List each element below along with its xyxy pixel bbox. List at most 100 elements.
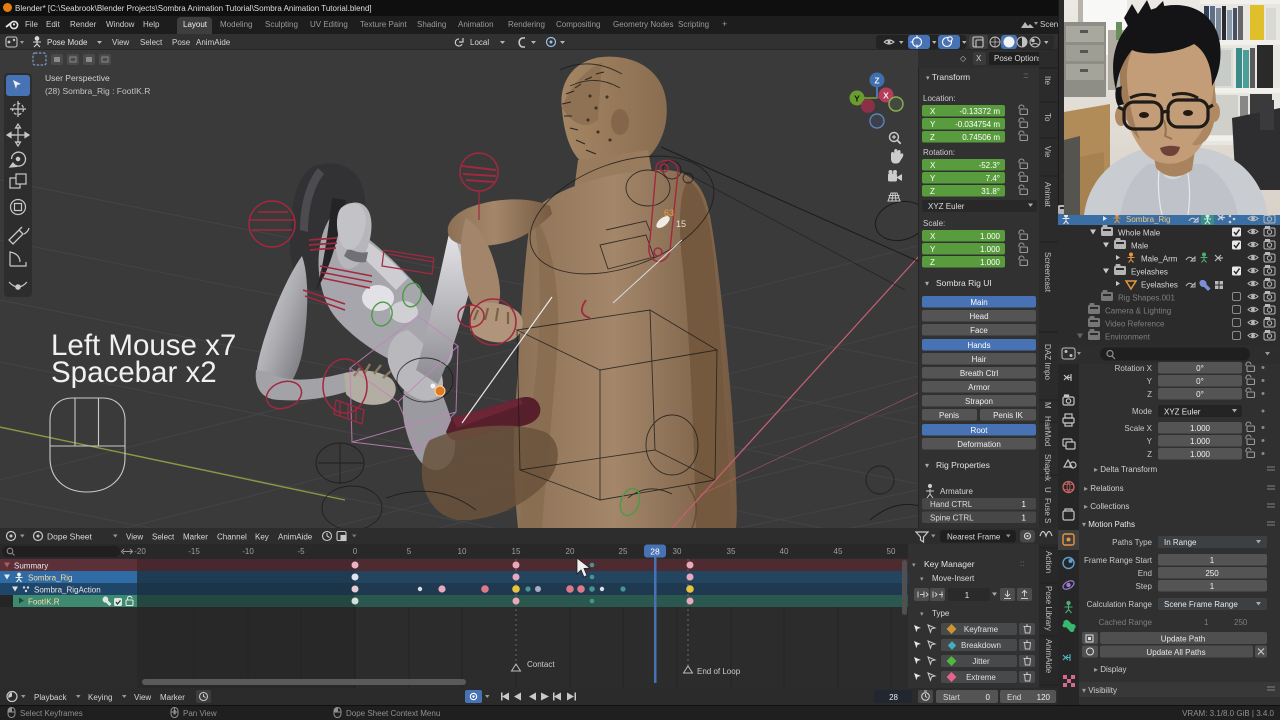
svg-text:▾ Motion Paths: ▾ Motion Paths xyxy=(1082,520,1135,529)
svg-text:Channel: Channel xyxy=(217,533,247,542)
svg-text:Pose Mode: Pose Mode xyxy=(47,38,88,47)
svg-text:FootIK.R: FootIK.R xyxy=(28,598,60,607)
svg-text:Z: Z xyxy=(930,187,935,196)
svg-text:20: 20 xyxy=(566,547,575,556)
svg-text:AnimAide: AnimAide xyxy=(1044,639,1053,674)
svg-text:▸ Collections: ▸ Collections xyxy=(1084,502,1129,511)
svg-text:-15: -15 xyxy=(188,547,200,556)
svg-text:Hands: Hands xyxy=(967,341,990,350)
svg-text:End of Loop: End of Loop xyxy=(697,667,741,676)
svg-text:Video Reference: Video Reference xyxy=(1105,320,1165,329)
svg-text:25: 25 xyxy=(619,547,628,556)
svg-text:Eyelashes: Eyelashes xyxy=(1141,281,1178,290)
svg-text:0°: 0° xyxy=(1196,364,1204,373)
svg-text:Strapon: Strapon xyxy=(965,397,993,406)
svg-text:Select: Select xyxy=(140,38,163,47)
svg-text:1.000: 1.000 xyxy=(980,232,1001,241)
svg-text:31.8°: 31.8° xyxy=(981,187,1000,196)
svg-text:40: 40 xyxy=(780,547,789,556)
svg-text:End: End xyxy=(1007,693,1021,702)
svg-text:Pose Library: Pose Library xyxy=(1044,586,1053,631)
svg-text:Hair: Hair xyxy=(972,355,987,364)
svg-text:Key Manager: Key Manager xyxy=(924,559,975,569)
svg-text:1: 1 xyxy=(1022,514,1027,523)
svg-text:Sombra Rig UI: Sombra Rig UI xyxy=(936,278,992,288)
svg-text:28: 28 xyxy=(650,547,660,557)
svg-text:Hand CTRL: Hand CTRL xyxy=(930,500,973,509)
svg-text:Armor: Armor xyxy=(968,383,990,392)
svg-text:-5: -5 xyxy=(297,547,305,556)
svg-text:Vie: Vie xyxy=(1043,146,1052,158)
svg-text:Keyframe: Keyframe xyxy=(964,625,999,634)
svg-text:XYZ Euler: XYZ Euler xyxy=(928,202,965,211)
svg-text:::: :: xyxy=(1020,559,1024,568)
svg-text:Penis: Penis xyxy=(939,411,959,420)
svg-text:▾: ▾ xyxy=(925,279,929,288)
svg-text:AnimAide: AnimAide xyxy=(278,533,313,542)
svg-text:Root: Root xyxy=(971,426,989,435)
svg-text:Y: Y xyxy=(930,120,936,129)
svg-text:Marker: Marker xyxy=(183,533,208,542)
svg-text:Z: Z xyxy=(1147,390,1152,399)
svg-text:-10: -10 xyxy=(242,547,254,556)
svg-text:Rotation X: Rotation X xyxy=(1115,364,1153,373)
svg-text:▾ Visibility: ▾ Visibility xyxy=(1082,686,1117,695)
svg-text:Pan View: Pan View xyxy=(183,709,217,718)
svg-text:Z: Z xyxy=(1147,450,1152,459)
svg-text:Shapek: Shapek xyxy=(1043,454,1052,482)
svg-text:X: X xyxy=(883,91,889,101)
svg-text:1.000: 1.000 xyxy=(1190,424,1211,433)
svg-text:0: 0 xyxy=(353,547,358,556)
svg-text:View: View xyxy=(112,38,129,47)
svg-text:Update All Paths: Update All Paths xyxy=(1146,648,1205,657)
svg-text:-0.034754 m: -0.034754 m xyxy=(955,120,1000,129)
svg-text:▸ Relations: ▸ Relations xyxy=(1084,484,1124,493)
svg-text:Camera & Lighting: Camera & Lighting xyxy=(1105,307,1171,316)
svg-text:▾: ▾ xyxy=(925,461,929,470)
svg-text:▾: ▾ xyxy=(920,576,924,583)
svg-text:5: 5 xyxy=(407,547,412,556)
svg-text:(28) Sombra_Rig : FootIK.R: (28) Sombra_Rig : FootIK.R xyxy=(45,86,150,96)
svg-text:Main: Main xyxy=(970,298,987,307)
svg-text:HairMod: HairMod xyxy=(1043,416,1052,446)
svg-text:Screencast: Screencast xyxy=(1043,252,1052,293)
svg-text:Type: Type xyxy=(932,609,950,618)
svg-text:30: 30 xyxy=(673,547,682,556)
svg-text:Male: Male xyxy=(1131,242,1149,251)
svg-text:View: View xyxy=(126,533,143,542)
svg-text:Nearest Frame: Nearest Frame xyxy=(947,533,1001,542)
svg-text:250: 250 xyxy=(1205,569,1219,578)
svg-text:10: 10 xyxy=(458,547,467,556)
svg-text:Move-Insert: Move-Insert xyxy=(932,574,975,583)
svg-text:Armature: Armature xyxy=(940,487,973,496)
svg-text:Dope Sheet Context Menu: Dope Sheet Context Menu xyxy=(346,709,440,718)
svg-text:DAZ Impo: DAZ Impo xyxy=(1043,344,1052,381)
svg-text:Start: Start xyxy=(943,693,961,702)
svg-text:▾: ▾ xyxy=(912,562,916,569)
svg-text:▸ Display: ▸ Display xyxy=(1094,665,1126,674)
svg-text:Z: Z xyxy=(930,258,935,267)
svg-text:-20: -20 xyxy=(134,547,146,556)
svg-text:Keying: Keying xyxy=(88,693,112,702)
svg-text:Deformation: Deformation xyxy=(957,440,1001,449)
svg-text:Sombra_RigAction: Sombra_RigAction xyxy=(34,586,101,595)
svg-text:1: 1 xyxy=(1204,618,1209,627)
svg-text:End: End xyxy=(1138,569,1152,578)
svg-text:Scale X: Scale X xyxy=(1124,424,1152,433)
svg-text:120: 120 xyxy=(1037,693,1051,702)
svg-text:1.000: 1.000 xyxy=(980,245,1001,254)
svg-text:Cached Range: Cached Range xyxy=(1099,618,1153,627)
svg-text:X: X xyxy=(930,161,936,170)
svg-text:Environment: Environment xyxy=(1105,333,1151,342)
svg-text:0°: 0° xyxy=(1196,390,1204,399)
svg-text:7.4°: 7.4° xyxy=(986,174,1000,183)
svg-text:Rig Shapes.001: Rig Shapes.001 xyxy=(1118,294,1175,303)
svg-text:0°: 0° xyxy=(1196,377,1204,386)
svg-text:Dope Sheet: Dope Sheet xyxy=(47,532,93,542)
svg-text:50: 50 xyxy=(887,547,896,556)
svg-text:0.74506 m: 0.74506 m xyxy=(962,133,1000,142)
svg-text:User Perspective: User Perspective xyxy=(45,73,110,83)
svg-text:Select: Select xyxy=(152,533,175,542)
svg-text:0: 0 xyxy=(986,693,991,702)
svg-text:Ite: Ite xyxy=(1043,76,1052,85)
